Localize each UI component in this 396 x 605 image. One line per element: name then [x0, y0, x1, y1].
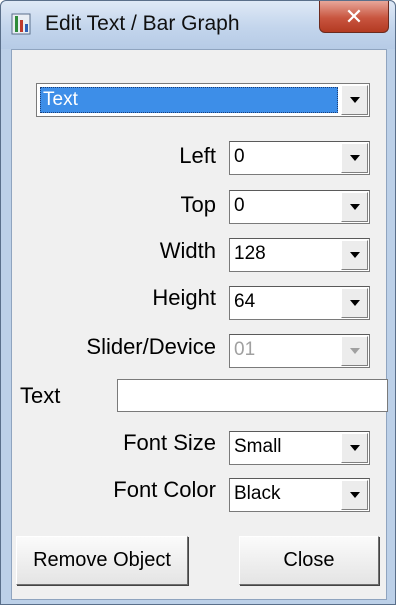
- chevron-down-icon: [349, 204, 360, 210]
- slider-device-value: 01: [234, 339, 256, 360]
- slider-device-select: 01: [229, 334, 370, 368]
- object-type-selection-highlight: Text: [40, 87, 338, 113]
- font-color-select[interactable]: Black: [229, 478, 370, 512]
- app-icon: [11, 13, 31, 35]
- slider-device-label: Slider/Device: [86, 334, 216, 359]
- dialog-window: Edit Text / Bar Graph ✕ Text Left 0 Top …: [0, 0, 396, 605]
- dialog-client-area: Text Left 0 Top 0 Width 128 Height 64 Sl…: [11, 49, 388, 600]
- height-select[interactable]: 64: [229, 286, 370, 320]
- chevron-down-icon: [349, 300, 360, 306]
- height-value: 64: [234, 291, 256, 312]
- chevron-down-icon: [349, 97, 360, 103]
- width-dropdown-button[interactable]: [341, 240, 368, 270]
- left-dropdown-button[interactable]: [341, 143, 368, 173]
- chevron-down-icon: [349, 252, 360, 258]
- close-button[interactable]: Close: [239, 536, 379, 585]
- font-size-label: Font Size: [123, 430, 216, 455]
- font-color-value: Black: [234, 483, 281, 504]
- object-type-dropdown-button[interactable]: [341, 85, 368, 115]
- chevron-down-icon: [349, 445, 360, 451]
- chevron-down-icon: [349, 155, 360, 161]
- object-type-value: Text: [43, 89, 78, 110]
- font-size-value: Small: [234, 436, 282, 457]
- text-label: Text: [20, 383, 61, 408]
- width-label: Width: [159, 238, 216, 263]
- left-value: 0: [234, 146, 245, 167]
- title-bar[interactable]: Edit Text / Bar Graph ✕: [1, 1, 395, 49]
- top-select[interactable]: 0: [229, 190, 370, 224]
- chevron-down-icon: [349, 348, 360, 354]
- height-dropdown-button[interactable]: [341, 288, 368, 318]
- left-select[interactable]: 0: [229, 141, 370, 175]
- window-title: Edit Text / Bar Graph: [45, 12, 240, 35]
- top-dropdown-button[interactable]: [341, 192, 368, 222]
- close-window-button[interactable]: ✕: [319, 1, 389, 33]
- left-label: Left: [179, 143, 216, 168]
- height-label: Height: [152, 285, 216, 310]
- font-color-dropdown-button[interactable]: [341, 480, 368, 510]
- font-color-label: Font Color: [113, 477, 216, 502]
- object-type-select[interactable]: Text: [36, 83, 370, 117]
- width-value: 128: [234, 243, 266, 264]
- text-input[interactable]: [117, 379, 388, 412]
- font-size-dropdown-button[interactable]: [341, 433, 368, 463]
- width-select[interactable]: 128: [229, 238, 370, 272]
- font-size-select[interactable]: Small: [229, 431, 370, 465]
- top-value: 0: [234, 195, 245, 216]
- top-label: Top: [180, 192, 216, 217]
- slider-device-dropdown-button: [341, 336, 368, 366]
- remove-object-button[interactable]: Remove Object: [16, 536, 188, 585]
- chevron-down-icon: [349, 492, 360, 498]
- close-icon: ✕: [344, 3, 364, 29]
